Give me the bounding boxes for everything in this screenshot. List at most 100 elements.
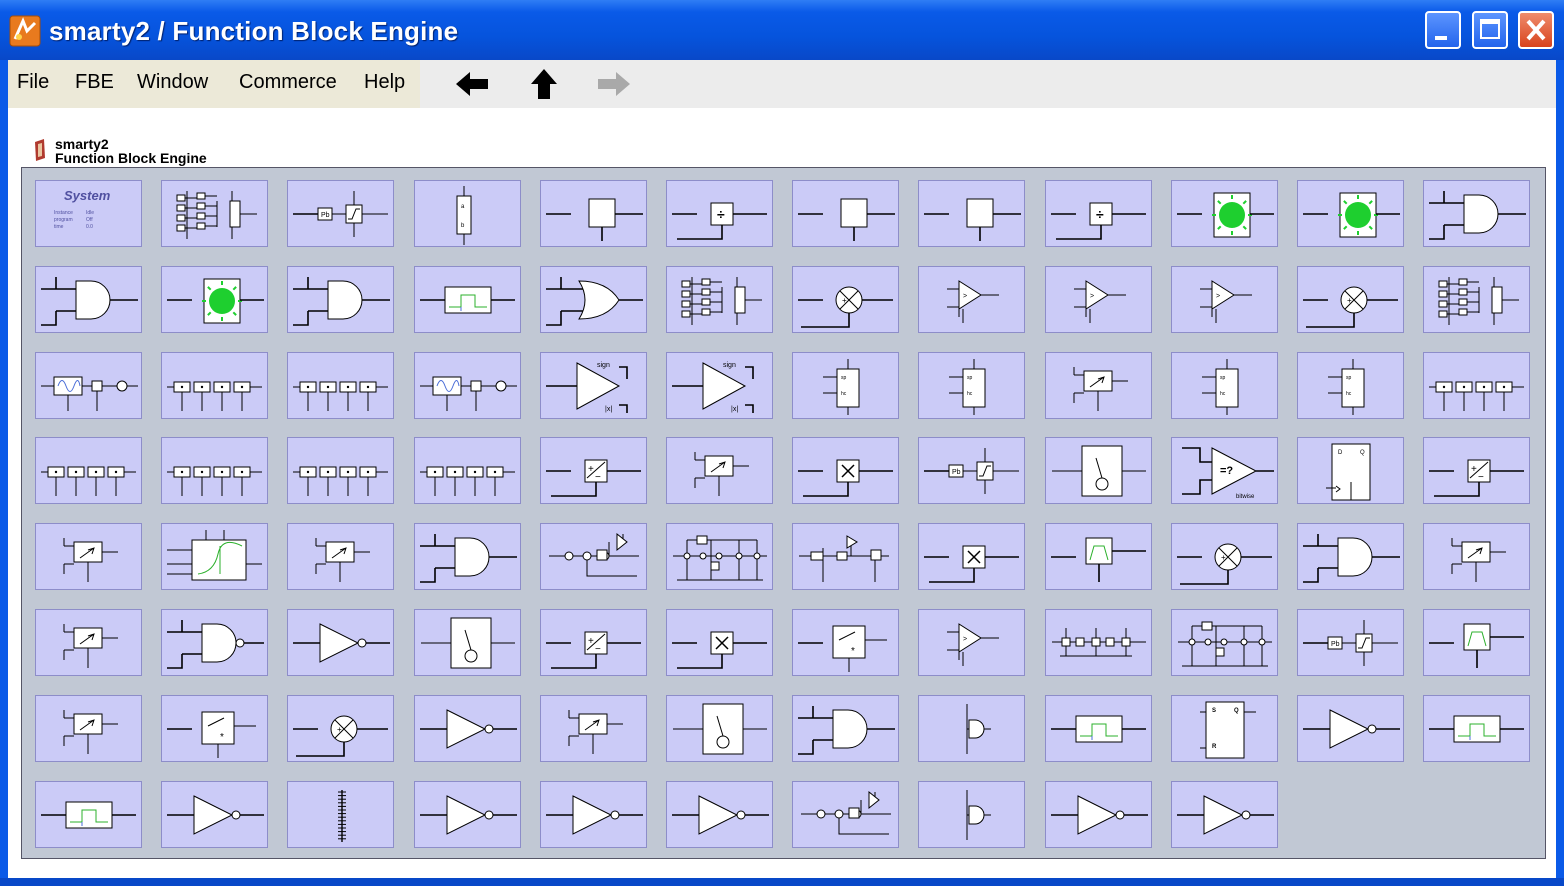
block-sum[interactable]: +: [792, 266, 899, 333]
block-modchain[interactable]: [540, 523, 647, 590]
block-modulate[interactable]: [414, 352, 521, 419]
block-addsub[interactable]: + −: [540, 609, 647, 676]
block-multiply[interactable]: [792, 437, 899, 504]
block-not[interactable]: [1045, 781, 1152, 848]
block-delay[interactable]: [918, 781, 1025, 848]
block-eqcompare[interactable]: =? bitwise: [1171, 437, 1278, 504]
block-srlatch[interactable]: S Q R: [1171, 695, 1278, 762]
block-comparator[interactable]: >: [918, 266, 1025, 333]
block-gauge[interactable]: [666, 695, 773, 762]
block-and[interactable]: [1423, 180, 1530, 247]
block-chain[interactable]: [792, 523, 899, 590]
block-split[interactable]: sp hc: [1297, 352, 1404, 419]
block-addsub[interactable]: + −: [1423, 437, 1530, 504]
block-comparator[interactable]: >: [1171, 266, 1278, 333]
block-sum[interactable]: +: [1171, 523, 1278, 590]
block-not[interactable]: [666, 781, 773, 848]
block-and[interactable]: [792, 695, 899, 762]
block-not[interactable]: [414, 695, 521, 762]
block-limit[interactable]: Pb: [918, 437, 1025, 504]
block-split[interactable]: sp hc: [1171, 352, 1278, 419]
menu-file[interactable]: File: [17, 71, 49, 94]
block-not[interactable]: [1297, 695, 1404, 762]
block-bits[interactable]: [161, 352, 268, 419]
block-process[interactable]: [540, 180, 647, 247]
block-and[interactable]: [35, 266, 142, 333]
block-pulse[interactable]: [1045, 695, 1152, 762]
block-lamp[interactable]: [1171, 180, 1278, 247]
block-amplifier[interactable]: sign |x|: [540, 352, 647, 419]
block-delay[interactable]: [918, 695, 1025, 762]
block-split[interactable]: sp hc: [792, 352, 899, 419]
block-not[interactable]: [540, 781, 647, 848]
block-mux[interactable]: [666, 437, 773, 504]
block-divide[interactable]: ÷: [1045, 180, 1152, 247]
block-mux[interactable]: [1423, 523, 1530, 590]
maximize-button[interactable]: [1472, 11, 1508, 49]
block-not[interactable]: [414, 781, 521, 848]
block-pulse[interactable]: [414, 266, 521, 333]
block-muxstar[interactable]: *: [792, 609, 899, 676]
block-lamp[interactable]: [161, 266, 268, 333]
menu-help[interactable]: Help: [364, 71, 405, 94]
block-mux[interactable]: [35, 609, 142, 676]
block-not[interactable]: [1171, 781, 1278, 848]
block-and[interactable]: [1297, 523, 1404, 590]
block-iogroup[interactable]: [1423, 266, 1530, 333]
block-mux[interactable]: [1045, 352, 1152, 419]
block-mux[interactable]: [35, 695, 142, 762]
block-pulse[interactable]: [1423, 695, 1530, 762]
block-bandpass[interactable]: [1423, 609, 1530, 676]
block-nand[interactable]: [161, 609, 268, 676]
block-comparator[interactable]: >: [918, 609, 1025, 676]
block-bus[interactable]: [1045, 609, 1152, 676]
title-bar[interactable]: smarty2 / Function Block Engine: [0, 0, 1564, 60]
block-network[interactable]: [666, 523, 773, 590]
block-split[interactable]: sp hc: [918, 352, 1025, 419]
block-bits[interactable]: [35, 437, 142, 504]
block-multiply[interactable]: [666, 609, 773, 676]
block-comparator[interactable]: >: [1045, 266, 1152, 333]
block-bits[interactable]: [1423, 352, 1530, 419]
block-bandpass[interactable]: [1045, 523, 1152, 590]
block-limit[interactable]: Pb: [287, 180, 394, 247]
block-mux[interactable]: [287, 523, 394, 590]
block-bits[interactable]: [161, 437, 268, 504]
block-iogroup[interactable]: [666, 266, 773, 333]
block-not[interactable]: [287, 609, 394, 676]
block-network[interactable]: [1171, 609, 1278, 676]
block-modchain[interactable]: [792, 781, 899, 848]
block-divide[interactable]: ÷: [666, 180, 773, 247]
arrow-left-icon[interactable]: [454, 66, 490, 102]
menu-fbe[interactable]: FBE: [75, 71, 114, 94]
block-mux[interactable]: [35, 523, 142, 590]
block-dflipflop[interactable]: DQ: [1297, 437, 1404, 504]
block-ruler[interactable]: [287, 781, 394, 848]
close-button[interactable]: [1518, 11, 1554, 49]
block-curve[interactable]: [161, 523, 268, 590]
block-bits[interactable]: [287, 437, 394, 504]
block-and[interactable]: [287, 266, 394, 333]
minimize-button[interactable]: [1425, 11, 1461, 49]
block-iogroup[interactable]: [161, 180, 268, 247]
block-bits[interactable]: [287, 352, 394, 419]
block-modulate[interactable]: [35, 352, 142, 419]
block-system[interactable]: System Instance Idle program Off time 0.0: [35, 180, 142, 247]
menu-window[interactable]: Window: [137, 71, 208, 94]
block-gauge[interactable]: [1045, 437, 1152, 504]
block-process[interactable]: [792, 180, 899, 247]
block-process[interactable]: [918, 180, 1025, 247]
block-multiply[interactable]: [918, 523, 1025, 590]
block-limit[interactable]: Pb: [1297, 609, 1404, 676]
block-not[interactable]: [161, 781, 268, 848]
menu-commerce[interactable]: Commerce: [239, 71, 337, 94]
block-sum[interactable]: +: [287, 695, 394, 762]
arrow-up-icon[interactable]: [526, 66, 562, 102]
block-gauge[interactable]: [414, 609, 521, 676]
block-mux[interactable]: [540, 695, 647, 762]
block-sum[interactable]: +: [1297, 266, 1404, 333]
block-or[interactable]: [540, 266, 647, 333]
block-addsub[interactable]: + −: [540, 437, 647, 504]
block-and[interactable]: [414, 523, 521, 590]
block-pulse[interactable]: [35, 781, 142, 848]
